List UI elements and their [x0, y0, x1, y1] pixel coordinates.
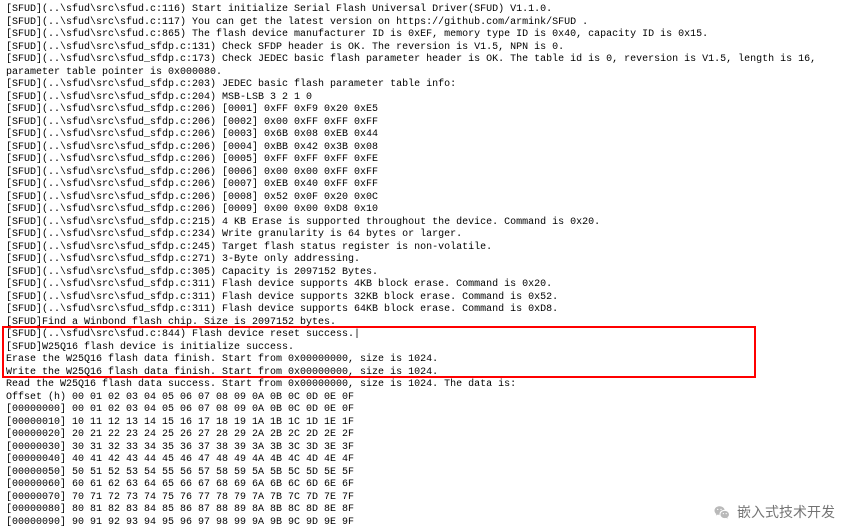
log-line: [SFUD](..\sfud\src\sfud_sfdp.c:271) 3-By…: [6, 254, 859, 267]
log-line: [00000040] 40 41 42 43 44 45 46 47 48 49…: [6, 454, 859, 467]
log-line: [00000020] 20 21 22 23 24 25 26 27 28 29…: [6, 429, 859, 442]
log-line: Offset (h) 00 01 02 03 04 05 06 07 08 09…: [6, 392, 859, 405]
log-line: [SFUD](..\sfud\src\sfud_sfdp.c:206) [000…: [6, 104, 859, 117]
log-line: [SFUD](..\sfud\src\sfud_sfdp.c:173) Chec…: [6, 54, 859, 67]
log-line: [00000030] 30 31 32 33 34 35 36 37 38 39…: [6, 442, 859, 455]
log-line: [SFUD](..\sfud\src\sfud_sfdp.c:305) Capa…: [6, 267, 859, 280]
terminal-log: [SFUD](..\sfud\src\sfud.c:116) Start ini…: [0, 0, 865, 526]
log-line: [SFUD]W25Q16 flash device is initialize …: [6, 342, 859, 355]
log-line: [SFUD](..\sfud\src\sfud_sfdp.c:206) [000…: [6, 192, 859, 205]
log-line: [SFUD](..\sfud\src\sfud_sfdp.c:215) 4 KB…: [6, 217, 859, 230]
log-line: [SFUD](..\sfud\src\sfud_sfdp.c:311) Flas…: [6, 304, 859, 317]
log-line: [SFUD](..\sfud\src\sfud_sfdp.c:206) [000…: [6, 117, 859, 130]
wechat-icon: [713, 504, 731, 522]
log-line: Read the W25Q16 flash data success. Star…: [6, 379, 859, 392]
log-line: [SFUD](..\sfud\src\sfud.c:865) The flash…: [6, 29, 859, 42]
log-line: [SFUD](..\sfud\src\sfud_sfdp.c:131) Chec…: [6, 42, 859, 55]
log-line: [SFUD](..\sfud\src\sfud_sfdp.c:234) Writ…: [6, 229, 859, 242]
watermark: 嵌入式技术开发: [713, 504, 835, 522]
log-line: [SFUD](..\sfud\src\sfud.c:116) Start ini…: [6, 4, 859, 17]
log-line: [SFUD](..\sfud\src\sfud.c:844) Flash dev…: [6, 329, 859, 342]
log-line: [SFUD]Find a Winbond flash chip. Size is…: [6, 317, 859, 330]
log-line: [SFUD](..\sfud\src\sfud_sfdp.c:204) MSB-…: [6, 92, 859, 105]
log-line: [SFUD](..\sfud\src\sfud_sfdp.c:311) Flas…: [6, 292, 859, 305]
log-line: [SFUD](..\sfud\src\sfud.c:117) You can g…: [6, 17, 859, 30]
log-line: Write the W25Q16 flash data finish. Star…: [6, 367, 859, 380]
log-line: [00000060] 60 61 62 63 64 65 66 67 68 69…: [6, 479, 859, 492]
log-line: [00000070] 70 71 72 73 74 75 76 77 78 79…: [6, 492, 859, 505]
log-line: parameter table pointer is 0x000080.: [6, 67, 859, 80]
log-line: [SFUD](..\sfud\src\sfud_sfdp.c:311) Flas…: [6, 279, 859, 292]
log-line: [SFUD](..\sfud\src\sfud_sfdp.c:206) [000…: [6, 167, 859, 180]
log-line: [00000010] 10 11 12 13 14 15 16 17 18 19…: [6, 417, 859, 430]
watermark-text: 嵌入式技术开发: [737, 504, 835, 522]
log-line: [SFUD](..\sfud\src\sfud_sfdp.c:206) [000…: [6, 179, 859, 192]
log-line: [SFUD](..\sfud\src\sfud_sfdp.c:206) [000…: [6, 154, 859, 167]
log-line: [SFUD](..\sfud\src\sfud_sfdp.c:245) Targ…: [6, 242, 859, 255]
log-line: [SFUD](..\sfud\src\sfud_sfdp.c:206) [000…: [6, 129, 859, 142]
log-line: [SFUD](..\sfud\src\sfud_sfdp.c:203) JEDE…: [6, 79, 859, 92]
log-line: [SFUD](..\sfud\src\sfud_sfdp.c:206) [000…: [6, 204, 859, 217]
log-line: Erase the W25Q16 flash data finish. Star…: [6, 354, 859, 367]
log-line: [00000050] 50 51 52 53 54 55 56 57 58 59…: [6, 467, 859, 480]
log-line: [00000000] 00 01 02 03 04 05 06 07 08 09…: [6, 404, 859, 417]
log-line: [SFUD](..\sfud\src\sfud_sfdp.c:206) [000…: [6, 142, 859, 155]
